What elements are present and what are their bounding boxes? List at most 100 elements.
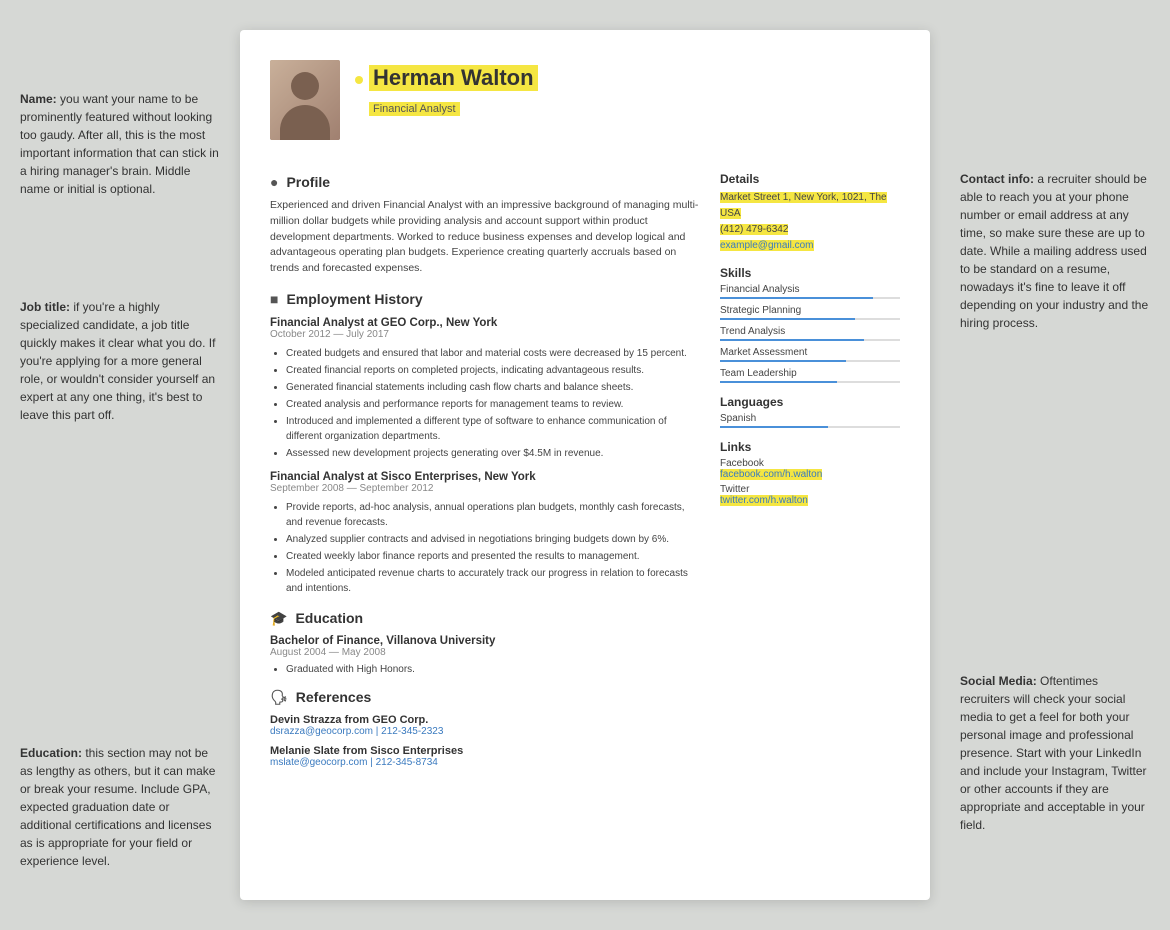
skill-1: Financial Analysis — [720, 284, 900, 299]
skill-2-name: Strategic Planning — [720, 305, 900, 316]
jobtitle-annotation-label: Job title: — [20, 300, 70, 314]
resume-header-info: Herman Walton Financial Analyst — [355, 60, 538, 117]
resume-right-col: Details Market Street 1, New York, 1021,… — [720, 160, 900, 776]
job-2-bullets: Provide reports, ad-hoc analysis, annual… — [270, 500, 700, 596]
skill-2: Strategic Planning — [720, 305, 900, 320]
job-2-bullet-2: Analyzed supplier contracts and advised … — [286, 532, 700, 547]
skills-section-title: Skills — [720, 266, 900, 280]
profile-section-header: ● Profile — [270, 174, 700, 190]
resume-left-col: ● Profile Experienced and driven Financi… — [270, 160, 700, 776]
social-annotation-text: Oftentimes recruiters will check your so… — [960, 674, 1147, 832]
details-phone: (412) 479-6342 — [720, 224, 788, 235]
edu-bullet-1: Graduated with High Honors. — [286, 664, 700, 675]
skills-list: Financial Analysis Strategic Planning Tr… — [720, 284, 900, 383]
skill-3-bar — [720, 339, 900, 341]
employment-icon: ■ — [270, 291, 278, 307]
education-icon: 🎓 — [270, 610, 287, 627]
job-1-bullet-5: Introduced and implemented a different t… — [286, 414, 700, 444]
education-annotation-text: this section may not be as lengthy as ot… — [20, 746, 215, 868]
social-annotation-label: Social Media: — [960, 674, 1037, 688]
references-section-label: References — [296, 689, 372, 705]
languages-section-title: Languages — [720, 395, 900, 409]
link-2: Twitter twitter.com/h.walton — [720, 484, 900, 506]
skill-5: Team Leadership — [720, 368, 900, 383]
link-1: Facebook facebook.com/h.walton — [720, 458, 900, 480]
job-1-bullet-2: Created financial reports on completed p… — [286, 363, 700, 378]
lang-1: Spanish — [720, 413, 900, 428]
job-1-bullet-6: Assessed new development projects genera… — [286, 446, 700, 461]
job-2-bullet-4: Modeled anticipated revenue charts to ac… — [286, 566, 700, 596]
job-1-title: Financial Analyst at GEO Corp., New York — [270, 317, 700, 329]
resume-jobtitle: Financial Analyst — [369, 102, 460, 116]
education-section-label: Education — [295, 610, 363, 626]
photo-inner — [270, 60, 340, 140]
ref-1-name: Devin Strazza from GEO Corp. — [270, 714, 700, 726]
details-address: Market Street 1, New York, 1021, The USA — [720, 192, 887, 219]
skill-2-fill — [720, 318, 855, 320]
job-1-bullet-1: Created budgets and ensured that labor a… — [286, 346, 700, 361]
link-1-label: Facebook — [720, 458, 900, 469]
skill-5-fill — [720, 381, 837, 383]
details-email: example@gmail.com — [720, 240, 814, 251]
lang-1-name: Spanish — [720, 413, 756, 424]
profile-icon: ● — [270, 174, 278, 190]
education-annotation-label: Education: — [20, 746, 82, 760]
references-icon: 🗣 — [270, 689, 288, 706]
skill-4-name: Market Assessment — [720, 347, 900, 358]
edu-school: Bachelor of Finance, Villanova Universit… — [270, 635, 700, 647]
ref-2-contact: mslate@geocorp.com | 212-345-8734 — [270, 757, 700, 768]
job-2-bullet-1: Provide reports, ad-hoc analysis, annual… — [286, 500, 700, 530]
details-email-wrapper: example@gmail.com — [720, 238, 900, 254]
links-section-title: Links — [720, 440, 900, 454]
skill-5-bar — [720, 381, 900, 383]
contact-annotation-label: Contact info: — [960, 172, 1034, 186]
skill-4-bar — [720, 360, 900, 362]
name-wrapper: Herman Walton — [355, 65, 538, 95]
skill-4: Market Assessment — [720, 347, 900, 362]
contact-annotation: Contact info: a recruiter should be able… — [960, 170, 1150, 332]
lang-1-fill — [720, 426, 828, 428]
details-address-wrapper: Market Street 1, New York, 1021, The USA — [720, 190, 900, 222]
education-section-header: 🎓 Education — [270, 610, 700, 627]
profile-text: Experienced and driven Financial Analyst… — [270, 198, 700, 277]
name-annotation: Name: you want your name to be prominent… — [20, 90, 220, 198]
resume-header: Herman Walton Financial Analyst — [270, 60, 900, 140]
job-2-title: Financial Analyst at Sisco Enterprises, … — [270, 471, 700, 483]
job-1-bullet-3: Generated financial statements including… — [286, 380, 700, 395]
skill-3-name: Trend Analysis — [720, 326, 900, 337]
name-annotation-text: you want your name to be prominently fea… — [20, 92, 219, 196]
jobtitle-annotation-text: if you're a highly specialized candidate… — [20, 300, 215, 422]
social-annotation: Social Media: Oftentimes recruiters will… — [960, 672, 1150, 834]
skill-1-fill — [720, 297, 873, 299]
edu-bullets: Graduated with High Honors. — [270, 664, 700, 675]
profile-section-label: Profile — [286, 174, 330, 190]
references-section-header: 🗣 References — [270, 689, 700, 706]
skill-4-fill — [720, 360, 846, 362]
jobtitle-wrapper: Financial Analyst — [369, 99, 538, 117]
job-2-bullet-3: Created weekly labor finance reports and… — [286, 549, 700, 564]
edu-date: August 2004 — May 2008 — [270, 647, 700, 658]
job-1-bullet-4: Created analysis and performance reports… — [286, 397, 700, 412]
left-annotations: Name: you want your name to be prominent… — [20, 30, 230, 900]
education-annotation: Education: this section may not be as le… — [20, 744, 220, 870]
skill-3: Trend Analysis — [720, 326, 900, 341]
right-annotations: Contact info: a recruiter should be able… — [940, 30, 1150, 900]
resume-photo — [270, 60, 340, 140]
skill-1-bar — [720, 297, 900, 299]
link-1-url: facebook.com/h.walton — [720, 469, 822, 480]
skill-1-name: Financial Analysis — [720, 284, 900, 295]
ref-2-name: Melanie Slate from Sisco Enterprises — [270, 745, 700, 757]
job-2-date: September 2008 — September 2012 — [270, 483, 700, 494]
job-1-date: October 2012 — July 2017 — [270, 329, 700, 340]
contact-annotation-text: a recruiter should be able to reach you … — [960, 172, 1148, 330]
skill-3-fill — [720, 339, 864, 341]
skill-2-bar — [720, 318, 900, 320]
lang-1-bar — [720, 426, 900, 428]
name-dot — [355, 76, 363, 84]
resume-body: ● Profile Experienced and driven Financi… — [270, 160, 900, 776]
link-2-label: Twitter — [720, 484, 900, 495]
details-section-title: Details — [720, 172, 900, 186]
employment-section-label: Employment History — [286, 291, 422, 307]
jobtitle-annotation: Job title: if you're a highly specialize… — [20, 298, 220, 424]
page-wrapper: Name: you want your name to be prominent… — [0, 0, 1170, 930]
